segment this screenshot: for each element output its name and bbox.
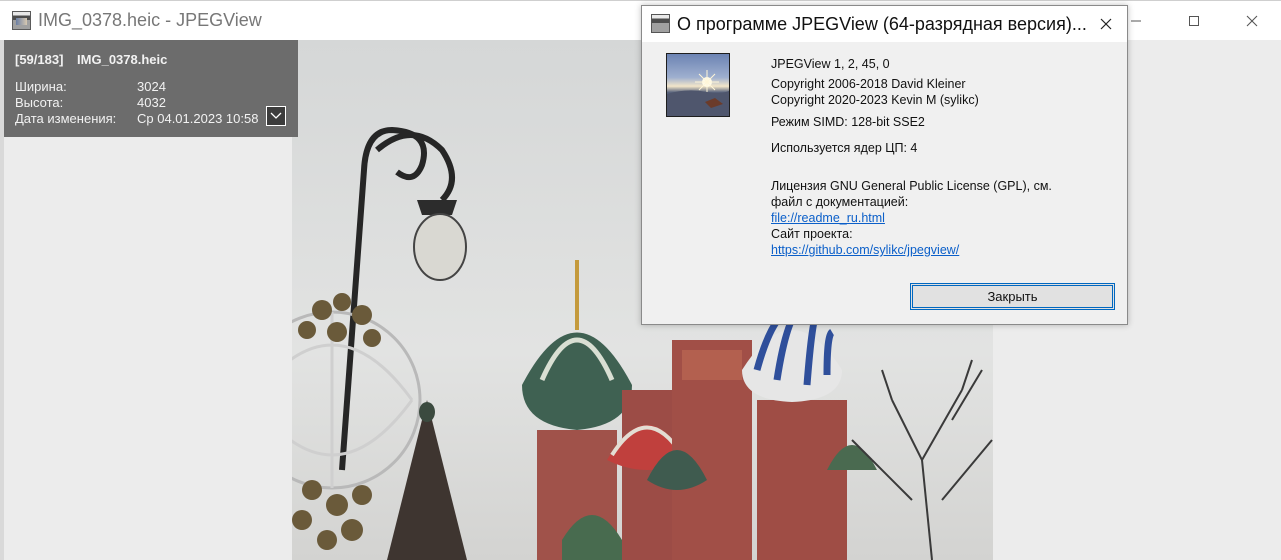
- left-spire-shape: [387, 400, 467, 560]
- jpegview-app-icon[interactable]: [12, 11, 31, 30]
- dialog-close-button[interactable]: [1093, 12, 1119, 36]
- window-title: IMG_0378.heic - JPEGView: [38, 10, 262, 30]
- project-site-link[interactable]: https://github.com/sylikc/jpegview/: [771, 243, 959, 257]
- dialog-titlebar[interactable]: О программе JPEGView (64-разрядная верси…: [642, 6, 1127, 42]
- close-dialog-button[interactable]: Закрыть: [910, 283, 1115, 310]
- info-row-height: Высота: 4032: [15, 95, 166, 110]
- minimize-icon: [1131, 20, 1141, 22]
- maximize-icon: [1189, 16, 1199, 26]
- info-label: Ширина:: [15, 79, 67, 94]
- bare-tree-shape: [851, 359, 993, 560]
- info-header: [59/183] IMG_0378.heic: [15, 52, 177, 67]
- license-line-1: Лицензия GNU General Public License (GPL…: [771, 179, 1052, 193]
- about-dialog: О программе JPEGView (64-разрядная верси…: [641, 5, 1128, 325]
- dialog-title: О программе JPEGView (64-разрядная верси…: [677, 14, 1087, 34]
- maximize-button[interactable]: [1165, 1, 1223, 41]
- close-window-button[interactable]: [1223, 1, 1281, 41]
- image-info-overlay: [59/183] IMG_0378.heic Ширина: 3024 Высот…: [4, 40, 298, 137]
- info-value: 3024: [137, 79, 166, 94]
- jpegview-logo-image: [666, 53, 730, 117]
- sunset-logo-graphic: [667, 70, 729, 116]
- close-icon: [1100, 18, 1112, 30]
- info-value: Ср 04.01.2023 10:58: [137, 111, 259, 126]
- project-site-label: Сайт проекта:: [771, 227, 853, 241]
- image-filename: IMG_0378.heic: [77, 52, 168, 67]
- info-row-width: Ширина: 3024: [15, 79, 166, 94]
- copyright-line-1: Copyright 2006-2018 David Kleiner: [771, 77, 966, 91]
- copyright-line-2: Copyright 2020-2023 Kevin M (sylikc): [771, 93, 979, 107]
- chevron-down-icon: [270, 112, 282, 119]
- readme-link[interactable]: file://readme_ru.html: [771, 211, 885, 225]
- license-line-2: файл с документацией:: [771, 195, 909, 209]
- dialog-app-icon: [651, 14, 670, 33]
- window-controls: [1107, 1, 1281, 41]
- close-icon: [1246, 15, 1258, 27]
- simd-mode-text: Режим SIMD: 128-bit SSE2: [771, 115, 925, 129]
- image-index: [59/183]: [15, 52, 64, 67]
- info-label: Дата изменения:: [15, 111, 117, 126]
- version-text: JPEGView 1, 2, 45, 0: [771, 57, 890, 71]
- info-expand-button[interactable]: [266, 106, 286, 126]
- info-label: Высота:: [15, 95, 64, 110]
- info-row-modified: Дата изменения: Ср 04.01.2023 10:58: [15, 111, 258, 126]
- info-value: 4032: [137, 95, 166, 110]
- cpu-cores-text: Используется ядер ЦП: 4: [771, 141, 918, 155]
